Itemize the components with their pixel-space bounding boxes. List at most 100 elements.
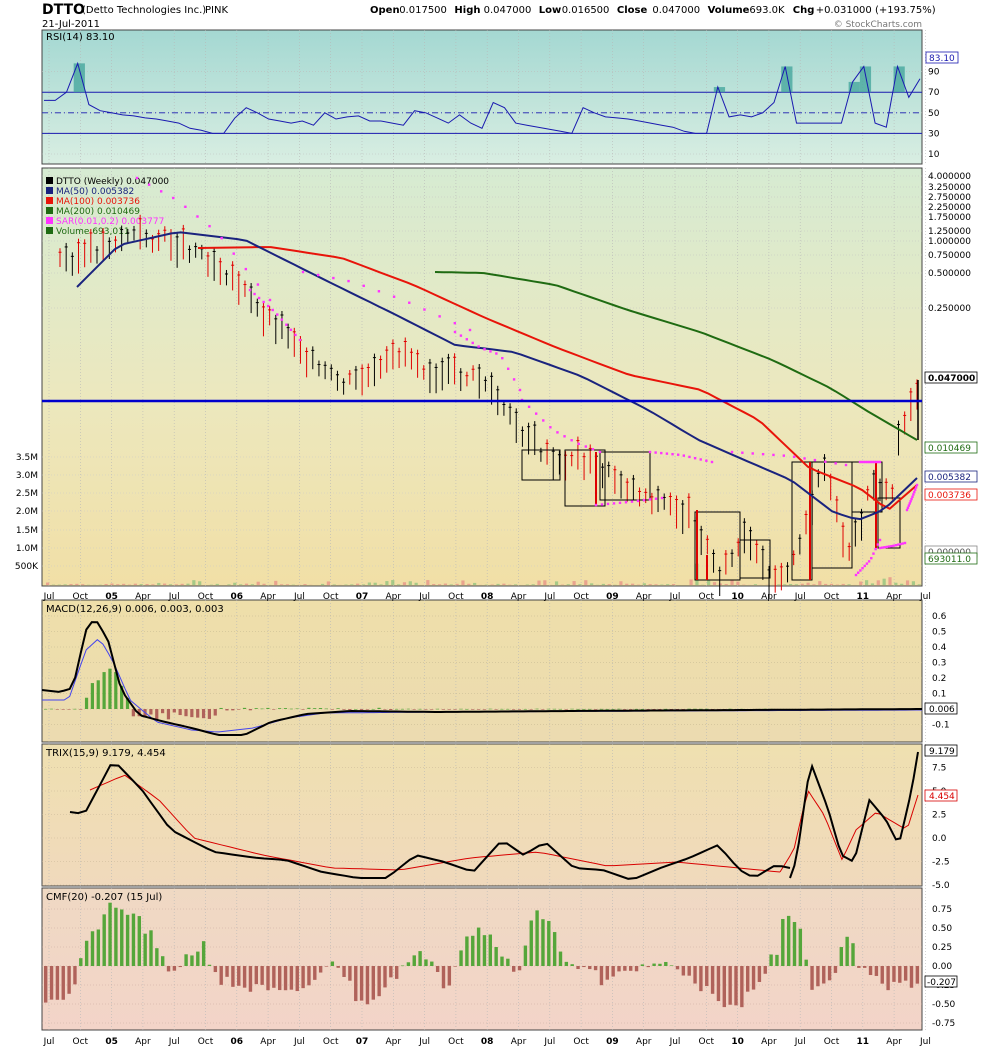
volume-bar <box>157 582 161 585</box>
sar-dot <box>867 560 871 563</box>
macd-histogram-bar <box>90 683 94 709</box>
cmf-bar <box>172 966 177 971</box>
macd-histogram-bar <box>201 709 206 719</box>
macd-histogram-bar <box>640 708 644 710</box>
volume-bar <box>865 580 869 585</box>
macd-histogram-bar <box>278 708 282 709</box>
cmf-bar <box>833 966 838 973</box>
macd-histogram-bar <box>506 708 510 710</box>
cmf-bar <box>459 950 463 966</box>
sar-dot <box>782 454 786 457</box>
cmf-bar <box>476 927 481 966</box>
x-tick-label: Jul <box>43 592 55 602</box>
legend-swatch <box>46 177 53 184</box>
cmf-bar <box>84 940 89 966</box>
macd-histogram-bar <box>324 708 328 710</box>
macd-histogram-bar <box>242 707 247 709</box>
volume-bar <box>882 578 886 585</box>
macd-last-value: 0.006 <box>929 705 955 715</box>
y-tick-label: 0.500000 <box>928 269 971 279</box>
watermark: © StockCharts.com <box>834 20 922 30</box>
volume-bar <box>905 580 910 585</box>
macd-histogram-bar <box>558 708 562 710</box>
cmf-bar <box>149 930 153 966</box>
macd-histogram-bar <box>336 708 340 709</box>
sar-dot <box>648 498 652 501</box>
macd-histogram-bar <box>254 708 258 709</box>
sar-dot <box>876 543 880 546</box>
sar-dot <box>253 292 256 296</box>
cmf-bar <box>547 920 551 966</box>
volume-bar <box>432 583 436 585</box>
macd-histogram-bar <box>79 709 83 710</box>
sar-dot <box>699 458 702 461</box>
sar-dot <box>803 457 806 460</box>
x-tick-label: Jul <box>418 1037 430 1047</box>
macd-histogram-bar <box>44 708 48 710</box>
volume-bar <box>783 584 787 585</box>
volume-bar <box>256 581 260 585</box>
cmf-bar <box>699 966 703 992</box>
sar-dot <box>471 341 474 345</box>
volume-bar <box>607 584 611 585</box>
x-tick-label: 09 <box>606 1037 619 1047</box>
macd-histogram-bar <box>219 707 223 709</box>
x-tick-label: Oct <box>573 592 589 602</box>
macd-histogram-bar <box>453 709 457 710</box>
cmf-bar <box>623 966 627 971</box>
x-tick-label: Jul <box>168 1037 180 1047</box>
cmf-bar <box>441 966 446 989</box>
volume-bar <box>525 584 529 585</box>
sar-dot <box>220 236 223 240</box>
macd-histogram-bar <box>693 708 697 710</box>
macd-histogram-bar <box>207 709 211 719</box>
cmf-bar <box>307 966 311 986</box>
macd-histogram-bar <box>564 709 568 710</box>
sar-dot <box>834 462 837 465</box>
sar-dot <box>730 450 734 454</box>
sar-dot <box>693 456 697 460</box>
macd-histogram-bar <box>576 708 580 710</box>
cmf-bar <box>348 966 352 981</box>
volume-bar <box>274 580 278 585</box>
quote-value: 0.016500 <box>562 5 610 16</box>
legend-swatch <box>46 197 53 204</box>
volume-bar <box>473 582 477 585</box>
end-label: 0.047000 <box>928 374 975 384</box>
macd-histogram-bar <box>359 709 364 710</box>
cmf-bar <box>61 966 65 1000</box>
legend-swatch <box>46 187 53 194</box>
cmf-bar <box>471 935 475 966</box>
y-tick-label: 0.750000 <box>928 251 971 261</box>
x-tick-label: Oct <box>323 1037 339 1047</box>
volume-bar <box>262 583 266 585</box>
panel-title: RSI(14) 83.10 <box>46 32 115 43</box>
volume-bar <box>625 583 629 585</box>
x-tick-label: Jul <box>543 1037 555 1047</box>
sar-dot <box>268 298 272 302</box>
cmf-bar <box>570 964 574 966</box>
cmf-bar <box>242 966 247 988</box>
volume-bar <box>794 584 798 585</box>
volume-bar <box>578 584 582 585</box>
x-tick-label: Apr <box>260 1037 276 1047</box>
x-tick-label: 06 <box>231 592 244 602</box>
volume-bar <box>900 583 904 585</box>
cmf-bar <box>389 966 393 978</box>
cmf-bar <box>219 966 223 985</box>
macd-histogram-bar <box>599 708 603 710</box>
cmf-bar <box>435 966 440 972</box>
volume-bar <box>250 584 254 585</box>
volume-bar <box>847 584 851 585</box>
volume-bar <box>332 584 336 585</box>
macd-histogram-bar <box>272 709 276 710</box>
cmf-bar <box>313 966 317 980</box>
sar-dot <box>665 452 669 455</box>
x-tick-label: Apr <box>636 1037 652 1047</box>
sar-dot <box>883 546 886 549</box>
cmf-bar <box>786 915 791 966</box>
macd-histogram-bar <box>213 709 217 716</box>
volume-bar <box>356 583 360 585</box>
sar-dot <box>872 552 875 555</box>
cmf-bar <box>125 914 130 966</box>
